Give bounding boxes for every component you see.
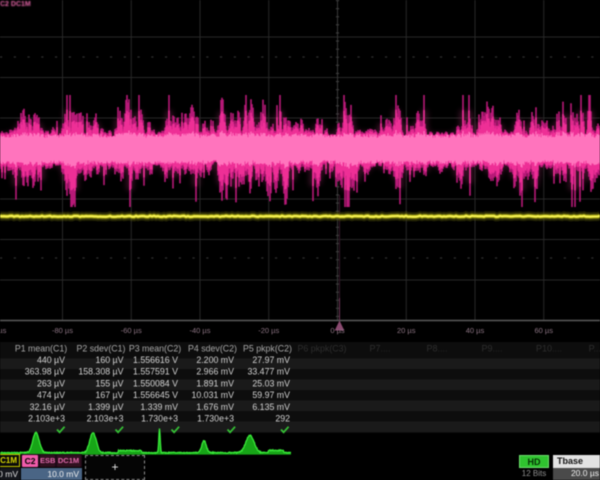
- svg-text:158.308 µV: 158.308 µV: [78, 367, 123, 377]
- svg-text:33.477 mV: 33.477 mV: [247, 367, 290, 377]
- svg-text:P4 sdev(C2): P4 sdev(C2): [188, 344, 237, 354]
- svg-text:32.16 µV: 32.16 µV: [30, 402, 66, 412]
- svg-text:P6 pkpk(C3): P6 pkpk(C3): [298, 344, 347, 354]
- svg-text:2.966 mV: 2.966 mV: [196, 367, 234, 377]
- svg-text:474 µV: 474 µV: [37, 390, 65, 400]
- svg-text:263 µV: 263 µV: [37, 378, 65, 388]
- svg-text:P10....: P10....: [536, 344, 562, 354]
- svg-text:1.730e+3: 1.730e+3: [197, 414, 234, 424]
- svg-text:10.031 mV: 10.031 mV: [191, 390, 234, 400]
- svg-text:1.556616 V: 1.556616 V: [133, 355, 178, 365]
- svg-text:P5 pkpk(C2): P5 pkpk(C2): [243, 344, 292, 354]
- svg-text:C2 DC1M: C2 DC1M: [0, 1, 31, 8]
- svg-text:-60 µs: -60 µs: [121, 326, 142, 335]
- svg-text:6.135 mV: 6.135 mV: [252, 402, 290, 412]
- svg-text:292: 292: [275, 414, 290, 424]
- svg-text:59.97 mV: 59.97 mV: [252, 390, 290, 400]
- svg-text:1.730e+3: 1.730e+3: [141, 414, 178, 424]
- svg-text:1.339 mV: 1.339 mV: [140, 402, 178, 412]
- svg-text:167 µV: 167 µV: [95, 390, 123, 400]
- svg-text:-40 µs: -40 µs: [190, 326, 211, 335]
- svg-text:P2 sdev(C1): P2 sdev(C1): [77, 344, 126, 354]
- svg-text:1.676 mV: 1.676 mV: [196, 402, 234, 412]
- svg-text:20 µs: 20 µs: [397, 326, 416, 335]
- svg-text:1.891 mV: 1.891 mV: [196, 378, 234, 388]
- svg-text:60 µs: 60 µs: [535, 326, 554, 335]
- svg-text:0 µs: 0 µs: [330, 326, 345, 335]
- svg-text:1.557591 V: 1.557591 V: [133, 367, 178, 377]
- svg-text:P1 mean(C1): P1 mean(C1): [15, 344, 67, 354]
- svg-text:27.97 mV: 27.97 mV: [252, 355, 290, 365]
- svg-text:1.399 µV: 1.399 µV: [88, 402, 124, 412]
- svg-text:P9....: P9....: [481, 344, 502, 354]
- svg-text:2.103e+3: 2.103e+3: [28, 414, 65, 424]
- svg-text:P8....: P8....: [426, 344, 447, 354]
- svg-text:160 µV: 160 µV: [95, 355, 123, 365]
- svg-text:P....: P....: [589, 344, 600, 354]
- svg-text:1.550084 V: 1.550084 V: [133, 378, 178, 388]
- svg-text:P7....: P7....: [369, 344, 390, 354]
- svg-text:1.556645 V: 1.556645 V: [133, 390, 178, 400]
- svg-text:2.200 mV: 2.200 mV: [196, 355, 234, 365]
- svg-text:-100 µs: -100 µs: [0, 326, 7, 335]
- svg-text:2.103e+3: 2.103e+3: [87, 414, 124, 424]
- svg-text:363.98 µV: 363.98 µV: [25, 367, 65, 377]
- svg-text:25.03 mV: 25.03 mV: [252, 378, 290, 388]
- svg-text:440 µV: 440 µV: [37, 355, 65, 365]
- svg-text:155 µV: 155 µV: [95, 378, 123, 388]
- svg-text:P3 mean(C2): P3 mean(C2): [129, 344, 181, 354]
- svg-text:40 µs: 40 µs: [466, 326, 485, 335]
- svg-text:-20 µs: -20 µs: [258, 326, 279, 335]
- svg-text:-80 µs: -80 µs: [52, 326, 73, 335]
